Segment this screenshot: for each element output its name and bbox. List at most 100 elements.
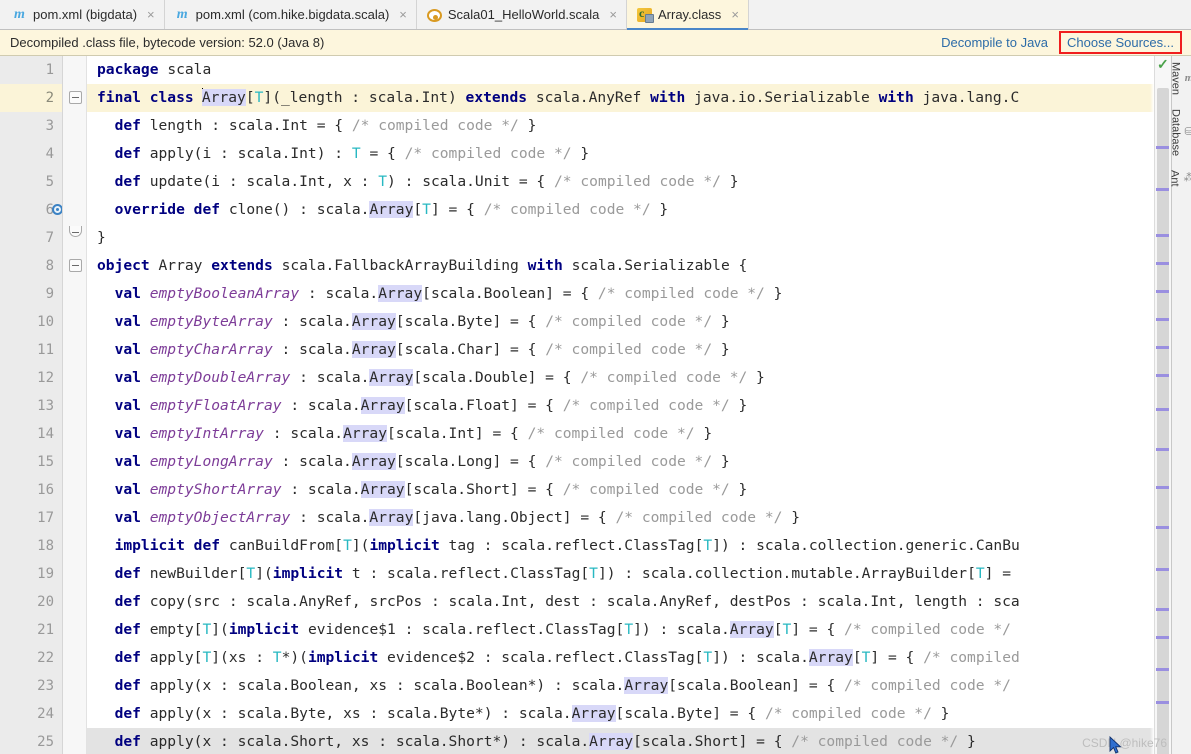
editor-tab-label: Scala01_HelloWorld.scala — [447, 7, 600, 22]
editor-tab-3[interactable]: Scala01_HelloWorld.scala × — [416, 0, 627, 29]
line-number-gutter[interactable]: 1 2 3 4 5 6 7 8 9 10 11 12 13 14 15 16 17 18 19 20 21 22 23 24 2… — [0, 56, 63, 754]
scrollbar-marker — [1156, 346, 1169, 349]
code-line-11[interactable]: val emptyCharArray : scala.Array[scala.C… — [87, 336, 1154, 364]
tool-window-tab-maven[interactable]: mMaven — [1170, 62, 1191, 95]
line-number-21[interactable]: 21 — [0, 616, 62, 644]
tool-window-tab-label: Maven — [1169, 62, 1182, 96]
line-number-15[interactable]: 15 — [0, 448, 62, 476]
editor-tab-2[interactable]: m pom.xml (com.hike.bigdata.scala) × — [164, 0, 417, 29]
code-line-6[interactable]: override def clone() : scala.Array[T] = … — [87, 196, 1154, 224]
code-line-2[interactable]: final class Array[T](_length : scala.Int… — [87, 84, 1154, 112]
override-method-gutter-icon[interactable] — [26, 202, 62, 218]
fold-row-11 — [63, 336, 86, 364]
fold-row-25 — [63, 728, 86, 754]
code-line-25[interactable]: def apply(x : scala.Short, xs : scala.Sh… — [87, 728, 1154, 754]
code-line-4[interactable]: def apply(i : scala.Int) : T = { /* comp… — [87, 140, 1154, 168]
code-line-13[interactable]: val emptyFloatArray : scala.Array[scala.… — [87, 392, 1154, 420]
code-line-17[interactable]: val emptyObjectArray : scala.Array[java.… — [87, 504, 1154, 532]
line-number-2[interactable]: 2 — [0, 84, 62, 112]
class-file-icon — [636, 6, 654, 23]
fold-collapse-icon[interactable] — [69, 259, 82, 272]
code-line-12[interactable]: val emptyDoubleArray : scala.Array[scala… — [87, 364, 1154, 392]
editor-tab-label: pom.xml (com.hike.bigdata.scala) — [195, 7, 390, 22]
line-number-12[interactable]: 12 — [0, 364, 62, 392]
code-line-20[interactable]: def copy(src : scala.AnyRef, srcPos : sc… — [87, 588, 1154, 616]
line-number-23[interactable]: 23 — [0, 672, 62, 700]
fold-row-8[interactable] — [63, 252, 86, 280]
code-line-23[interactable]: def apply(x : scala.Boolean, xs : scala.… — [87, 672, 1154, 700]
line-number-19[interactable]: 19 — [0, 560, 62, 588]
code-line-22[interactable]: def apply[T](xs : T*)(implicit evidence$… — [87, 644, 1154, 672]
editor-scrollbar-marker-bar[interactable]: ✓ — [1154, 56, 1171, 754]
fold-row-16 — [63, 476, 86, 504]
inspection-status-icon[interactable]: ✓ — [1157, 57, 1170, 71]
fold-row-5 — [63, 168, 86, 196]
decompiler-notification-bar: Decompiled .class file, bytecode version… — [0, 30, 1191, 56]
code-line-1[interactable]: package scala — [87, 56, 1154, 84]
scrollbar-marker — [1156, 262, 1169, 265]
scrollbar-marker — [1156, 234, 1169, 237]
line-number-17[interactable]: 17 — [0, 504, 62, 532]
choose-sources-link[interactable]: Choose Sources... — [1059, 31, 1182, 54]
code-line-15[interactable]: val emptyLongArray : scala.Array[scala.L… — [87, 448, 1154, 476]
fold-row-2[interactable] — [63, 84, 86, 112]
line-number-22[interactable]: 22 — [0, 644, 62, 672]
scrollbar-marker — [1156, 668, 1169, 671]
scrollbar-marker — [1156, 146, 1169, 149]
decompile-to-java-link[interactable]: Decompile to Java — [941, 35, 1048, 50]
close-icon[interactable]: × — [146, 8, 156, 21]
fold-collapse-icon[interactable] — [69, 91, 82, 104]
line-number-4[interactable]: 4 — [0, 140, 62, 168]
fold-row-22 — [63, 644, 86, 672]
line-number-25[interactable]: 25 — [0, 728, 62, 754]
line-number-7[interactable]: 7 — [0, 224, 62, 252]
line-number-18[interactable]: 18 — [0, 532, 62, 560]
line-number-11[interactable]: 11 — [0, 336, 62, 364]
code-line-7[interactable]: } — [87, 224, 1154, 252]
ant-icon: ⁂ — [1184, 172, 1191, 184]
editor-tab-1[interactable]: m pom.xml (bigdata) × — [2, 0, 165, 29]
code-line-8[interactable]: object Array extends scala.FallbackArray… — [87, 252, 1154, 280]
line-number-20[interactable]: 20 — [0, 588, 62, 616]
tool-window-tab-database[interactable]: ⛁ Database — [1169, 109, 1191, 156]
scrollbar-marker — [1156, 318, 1169, 321]
code-viewport[interactable]: package scala final class Array[T](_lengt… — [87, 56, 1154, 754]
code-line-24[interactable]: def apply(x : scala.Byte, xs : scala.Byt… — [87, 700, 1154, 728]
line-number-10[interactable]: 10 — [0, 308, 62, 336]
close-icon[interactable]: × — [608, 8, 618, 21]
line-number-8[interactable]: 8 — [0, 252, 62, 280]
fold-row-7[interactable] — [63, 224, 86, 252]
code-folding-gutter[interactable] — [63, 56, 87, 754]
fold-row-15 — [63, 448, 86, 476]
fold-row-1 — [63, 56, 86, 84]
tool-window-tab-ant[interactable]: ⁂Ant — [1169, 170, 1191, 187]
line-number-5[interactable]: 5 — [0, 168, 62, 196]
code-line-21[interactable]: def empty[T](implicit evidence$1 : scala… — [87, 616, 1154, 644]
close-icon[interactable]: × — [398, 8, 408, 21]
line-number-16[interactable]: 16 — [0, 476, 62, 504]
code-content[interactable]: package scala final class Array[T](_lengt… — [87, 56, 1154, 754]
editor-tab-label: Array.class — [657, 7, 722, 22]
line-number-24[interactable]: 24 — [0, 700, 62, 728]
fold-row-24 — [63, 700, 86, 728]
code-line-5[interactable]: def update(i : scala.Int, x : T) : scala… — [87, 168, 1154, 196]
line-number-13[interactable]: 13 — [0, 392, 62, 420]
close-icon[interactable]: × — [730, 8, 740, 21]
editor-tab-4[interactable]: Array.class × — [626, 0, 749, 30]
code-line-14[interactable]: val emptyIntArray : scala.Array[scala.In… — [87, 420, 1154, 448]
line-number-9[interactable]: 9 — [0, 280, 62, 308]
line-number-3[interactable]: 3 — [0, 112, 62, 140]
right-tool-window-bar: mMaven ⛁Database ⁂Ant — [1169, 56, 1191, 754]
code-line-16[interactable]: val emptyShortArray : scala.Array[scala.… — [87, 476, 1154, 504]
line-number-6[interactable]: 6 — [0, 196, 62, 224]
line-number-1[interactable]: 1 — [0, 56, 62, 84]
line-number-14[interactable]: 14 — [0, 420, 62, 448]
code-line-18[interactable]: implicit def canBuildFrom[T](implicit ta… — [87, 532, 1154, 560]
scrollbar-marker — [1156, 290, 1169, 293]
code-line-10[interactable]: val emptyByteArray : scala.Array[scala.B… — [87, 308, 1154, 336]
code-line-3[interactable]: def length : scala.Int = { /* compiled c… — [87, 112, 1154, 140]
code-line-9[interactable]: val emptyBooleanArray : scala.Array[scal… — [87, 280, 1154, 308]
scrollbar-marker — [1156, 608, 1169, 611]
code-line-19[interactable]: def newBuilder[T](implicit t : scala.ref… — [87, 560, 1154, 588]
fold-region-end-icon[interactable] — [69, 226, 82, 237]
